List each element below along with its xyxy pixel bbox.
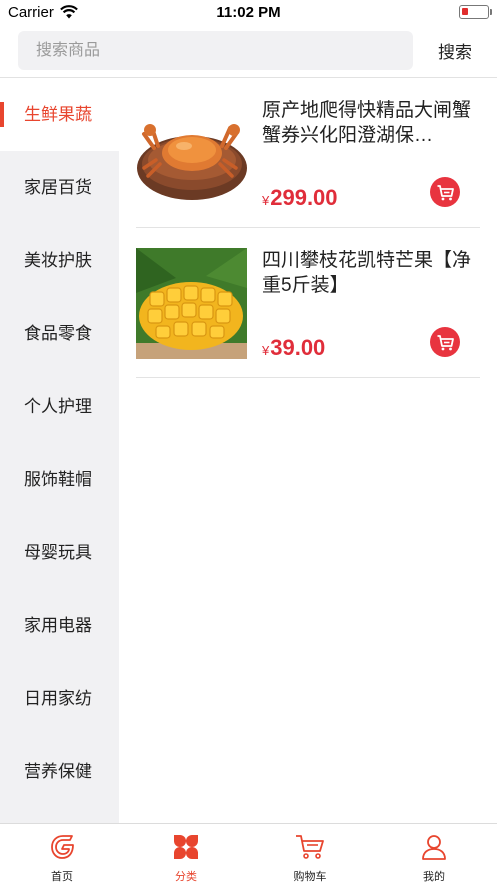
product-price: ¥299.00 — [262, 185, 338, 210]
tab-category[interactable]: 分类 — [124, 824, 248, 883]
sidebar-item-baby-toys[interactable]: 母婴玩具 — [0, 516, 119, 589]
product-price: ¥39.00 — [262, 335, 326, 360]
sidebar-item-snacks[interactable]: 食品零食 — [0, 297, 119, 370]
home-icon — [51, 835, 74, 859]
cart-icon — [296, 835, 324, 859]
sidebar-item-fresh[interactable]: 生鲜果蔬 — [0, 78, 119, 151]
sidebar-item-beauty[interactable]: 美妆护肤 — [0, 224, 119, 297]
product-card[interactable]: 原产地爬得快精品大闸蟹蟹券兴化阳澄湖保… ¥299.00 — [136, 78, 480, 228]
product-title[interactable]: 四川攀枝花凯特芒果【净重5斤装】 — [262, 248, 478, 298]
tab-bar: 首页 分类 购物车 我的 — [0, 823, 497, 883]
mango-photo[interactable] — [136, 248, 247, 359]
sidebar-item-textiles[interactable]: 日用家纺 — [0, 662, 119, 735]
category-sidebar: 生鲜果蔬 家居百货 美妆护肤 食品零食 个人护理 服饰鞋帽 母婴玩具 家用电器 … — [0, 78, 119, 823]
sidebar-item-apparel[interactable]: 服饰鞋帽 — [0, 443, 119, 516]
battery-cap — [490, 9, 492, 15]
product-card[interactable]: 四川攀枝花凯特芒果【净重5斤装】 ¥39.00 — [136, 228, 480, 378]
tab-home[interactable]: 首页 — [0, 824, 124, 883]
tab-profile[interactable]: 我的 — [372, 824, 496, 883]
search-input[interactable] — [18, 31, 413, 70]
status-bar: Carrier 11:02 PM — [0, 0, 497, 26]
product-title[interactable]: 原产地爬得快精品大闸蟹蟹券兴化阳澄湖保… — [262, 98, 478, 148]
sidebar-item-health[interactable]: 营养保健 — [0, 735, 119, 808]
cart-icon — [437, 185, 454, 201]
search-button[interactable]: 搜索 — [430, 38, 480, 64]
add-to-cart-button[interactable] — [430, 327, 460, 357]
tab-home-label: 首页 — [51, 871, 73, 883]
tab-category-label: 分类 — [175, 871, 197, 883]
category-icon — [174, 835, 198, 859]
sidebar-item-personal-care[interactable]: 个人护理 — [0, 370, 119, 443]
add-to-cart-button[interactable] — [430, 177, 460, 207]
battery-icon — [459, 5, 489, 19]
sidebar-item-appliances[interactable]: 家用电器 — [0, 589, 119, 662]
tab-cart[interactable]: 购物车 — [248, 824, 372, 883]
profile-icon — [422, 835, 446, 860]
tab-cart-label: 购物车 — [293, 871, 327, 883]
crab-photo[interactable] — [136, 98, 247, 209]
sidebar-item-home[interactable]: 家居百货 — [0, 151, 119, 224]
clock: 11:02 PM — [216, 4, 281, 21]
tab-profile-label: 我的 — [423, 871, 445, 883]
cart-icon — [437, 335, 454, 351]
